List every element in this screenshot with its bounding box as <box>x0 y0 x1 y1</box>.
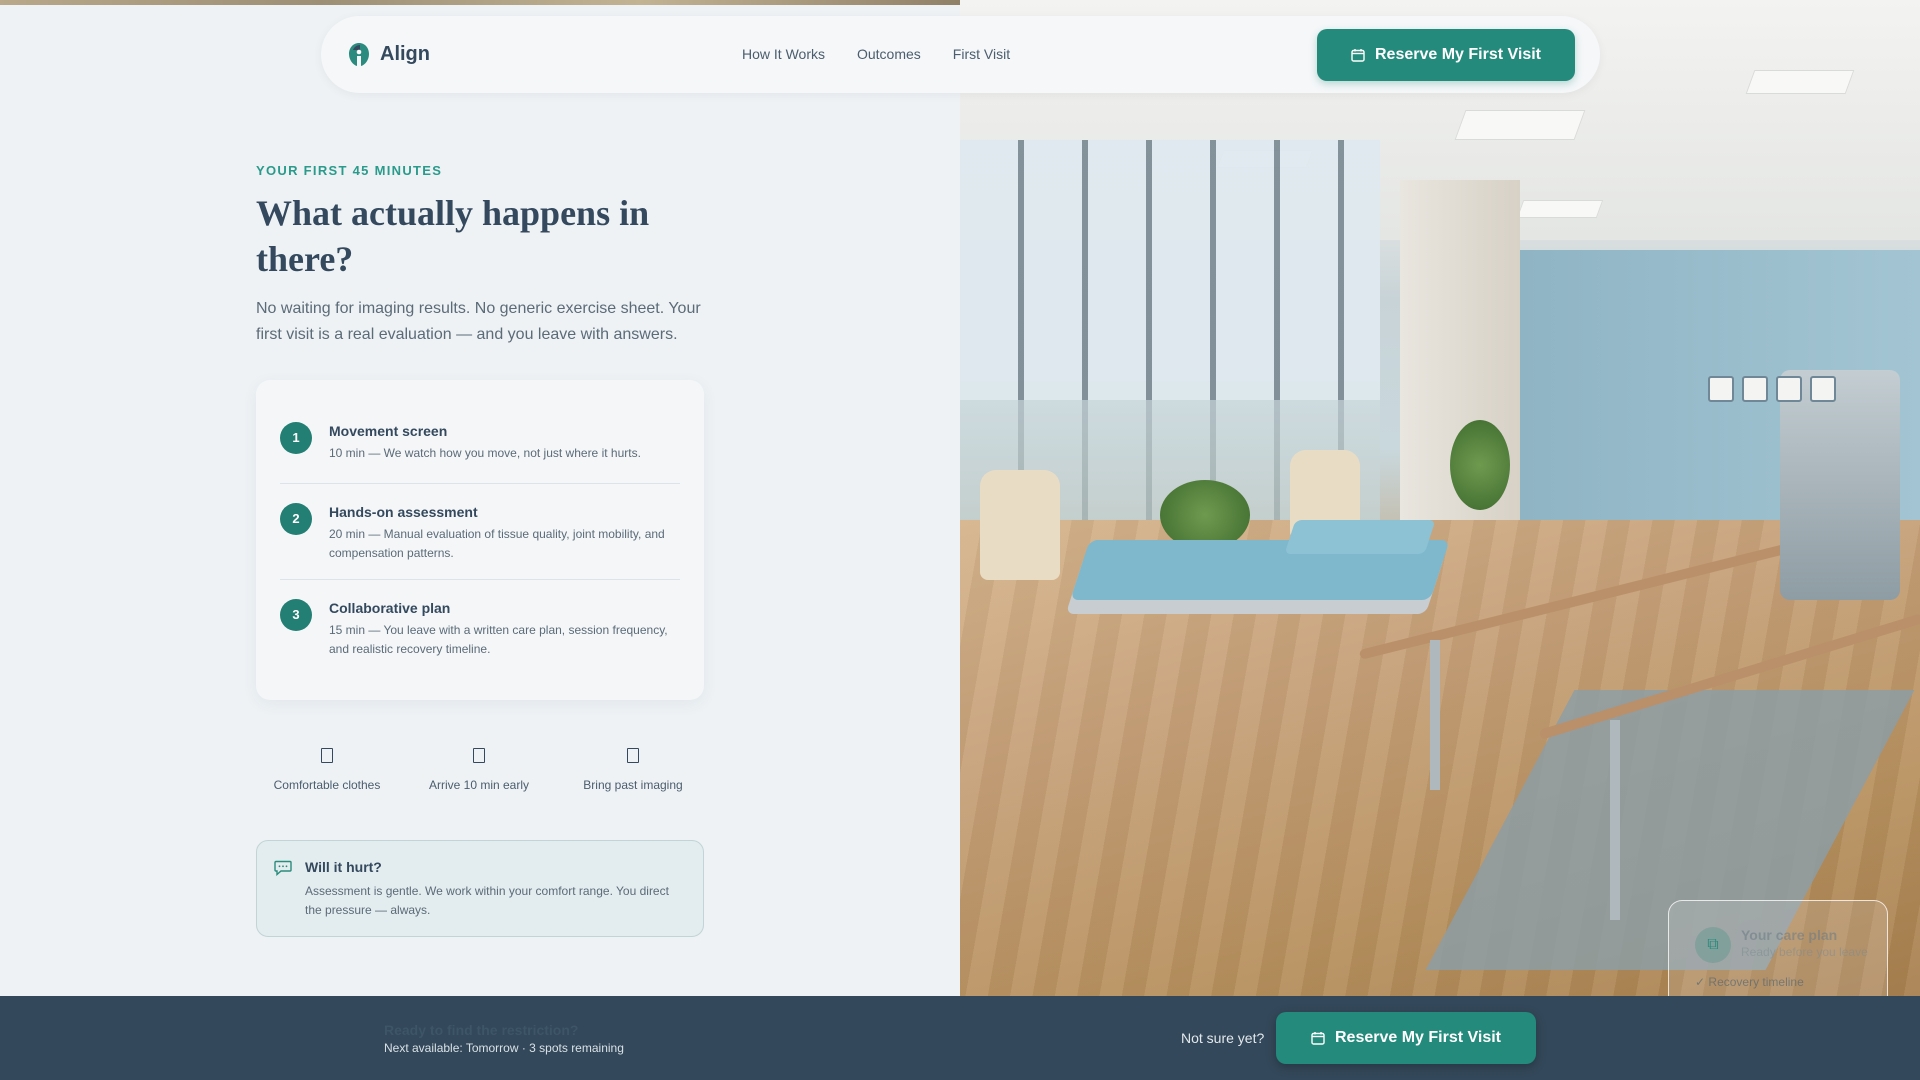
ceiling-light <box>1745 70 1855 94</box>
intro-text: No waiting for imaging results. No gener… <box>256 300 701 343</box>
care-plan-subtitle: Ready before you leave <box>1741 945 1868 959</box>
step-description: 10 min — We watch how you move, not just… <box>329 446 641 460</box>
step-number: 1 <box>280 422 312 454</box>
prep-item-arrive: Arrive 10 min early <box>414 748 544 792</box>
prep-item-imaging: Bring past imaging <box>568 748 698 792</box>
page-title: What actually happens in there? <box>256 193 650 279</box>
sticky-booking-bar: Ready to find the restriction? Next avai… <box>0 996 1920 1080</box>
reserve-button-label: Reserve My First Visit <box>1374 46 1541 63</box>
check-icon: ✓ <box>1695 975 1706 989</box>
visit-steps-card: 1 Movement screen 10 min — We watch how … <box>256 380 704 700</box>
reserve-button[interactable]: Reserve My First Visit <box>1317 29 1575 81</box>
step-title: Collaborative plan <box>329 600 451 616</box>
not-sure-text: Not sure yet? <box>1181 1030 1265 1046</box>
section-eyebrow: YOUR FIRST 45 MINUTES <box>256 163 443 178</box>
reserve-button-bottom[interactable]: Reserve My First Visit <box>1276 1012 1536 1064</box>
calendar-icon <box>1311 1032 1325 1045</box>
clock-icon <box>473 748 485 763</box>
care-plan-title: Your care plan <box>1741 927 1838 943</box>
bar-post <box>1610 720 1620 920</box>
chat-icon <box>274 860 292 876</box>
navbar: Align How It Works Outcomes First Visit … <box>321 16 1600 93</box>
image-strip <box>0 0 960 5</box>
step-description: 20 min — Manual evaluation of tissue qua… <box>329 527 665 560</box>
shirt-icon <box>321 748 333 763</box>
sign-icon <box>1776 376 1802 402</box>
file-icon <box>627 748 639 763</box>
calendar-icon <box>1351 49 1365 62</box>
sign-icon <box>1742 376 1768 402</box>
faq-card: Will it hurt? Assessment is gentle. We w… <box>256 840 704 937</box>
accessibility-signs <box>1708 376 1836 402</box>
step-description: 15 min — You leave with a written care p… <box>329 623 668 656</box>
clinic-photo <box>960 0 1920 996</box>
nav-links: How It Works Outcomes First Visit <box>742 46 1010 62</box>
prep-label: Arrive 10 min early <box>428 778 530 792</box>
brand-logo[interactable]: Align <box>348 42 430 67</box>
ceiling-light <box>1454 110 1586 140</box>
gym-machine <box>1780 370 1900 600</box>
availability-text: Next available: Tomorrow · 3 spots remai… <box>384 1041 624 1055</box>
armchair <box>980 470 1060 580</box>
step-item: 2 Hands-on assessment 20 min — Manual ev… <box>280 483 680 579</box>
step-item: 1 Movement screen 10 min — We watch how … <box>280 380 680 483</box>
nav-link-outcomes[interactable]: Outcomes <box>857 46 921 62</box>
care-plan-row: ✓ Recovery timeline <box>1695 975 1804 989</box>
faq-title: Will it hurt? <box>305 859 382 875</box>
step-number: 3 <box>280 599 312 631</box>
plant <box>1450 420 1510 510</box>
brand-name: Align <box>380 43 430 65</box>
bar-post <box>1430 640 1440 790</box>
logo-icon <box>349 43 369 66</box>
step-item: 3 Collaborative plan 15 min — You leave … <box>280 579 680 675</box>
faq-answer: Assessment is gentle. We work within you… <box>305 884 669 917</box>
step-title: Hands-on assessment <box>329 504 478 520</box>
nav-link-how-it-works[interactable]: How It Works <box>742 46 825 62</box>
nav-link-first-visit[interactable]: First Visit <box>953 46 1010 62</box>
reserve-button-bottom-label: Reserve My First Visit <box>1334 1029 1501 1046</box>
step-number: 2 <box>280 503 312 535</box>
wheelchair-icon <box>1708 376 1734 402</box>
sign-icon <box>1810 376 1836 402</box>
prep-label: Bring past imaging <box>583 778 683 792</box>
prep-label: Comfortable clothes <box>273 778 381 792</box>
step-title: Movement screen <box>329 423 448 439</box>
care-plan-row-label: Recovery timeline <box>1708 975 1804 989</box>
booking-bar-title: Ready to find the restriction? <box>384 1022 579 1038</box>
ceiling-light <box>1516 200 1604 218</box>
prep-item-clothes: Comfortable clothes <box>262 748 392 792</box>
bar <box>1538 613 1920 740</box>
clipboard-icon: ⧉ <box>1695 927 1731 963</box>
